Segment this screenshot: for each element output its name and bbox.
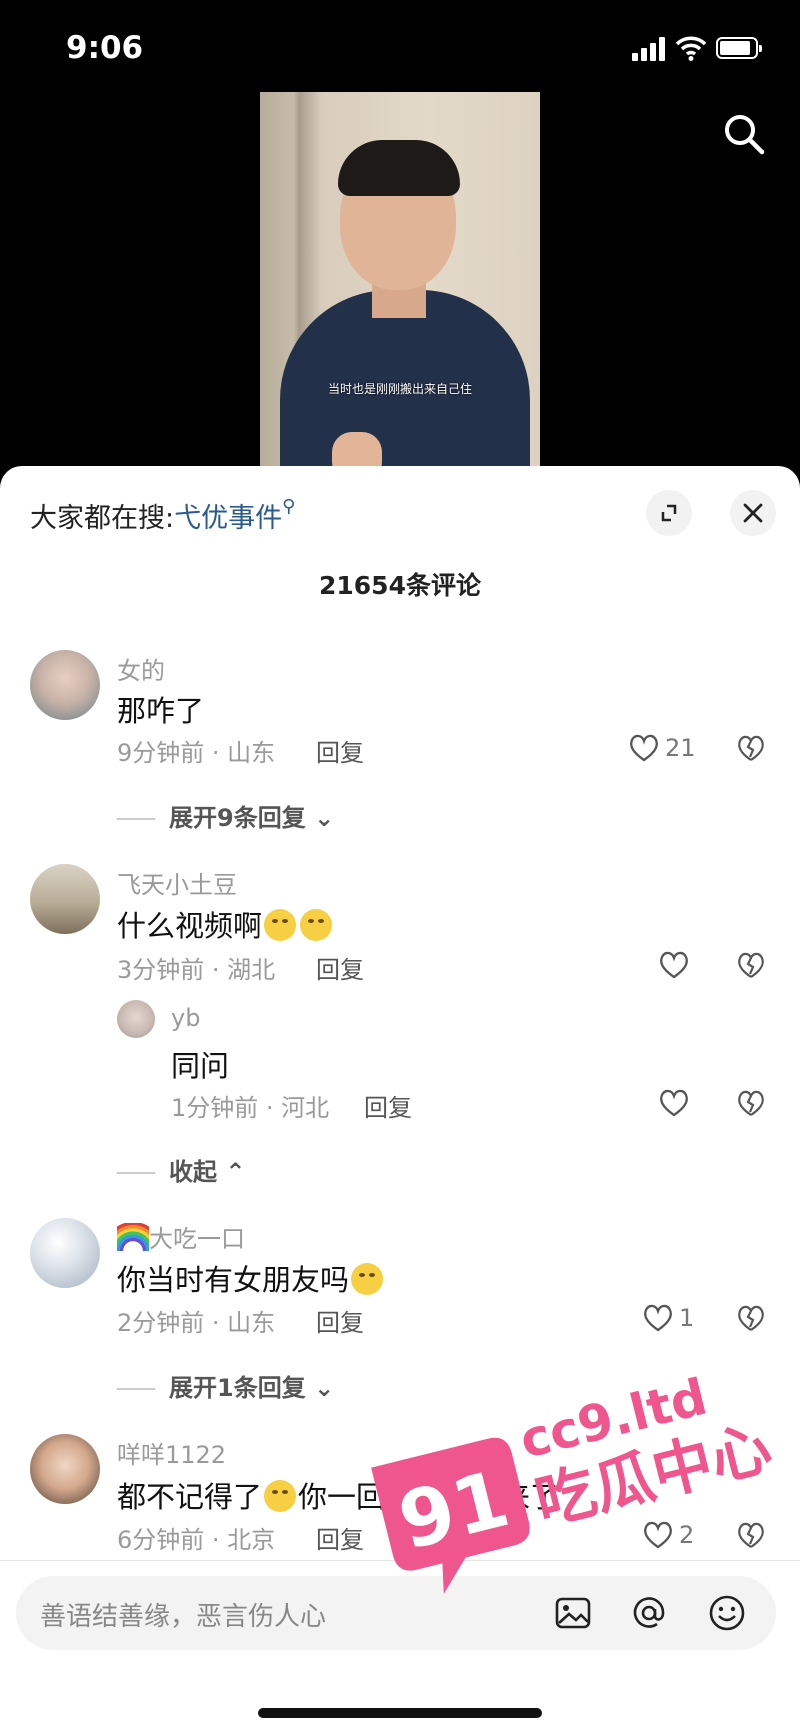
chevron-up-icon: ⌃ — [225, 1158, 246, 1186]
like-heart-icon[interactable] — [658, 950, 690, 980]
expand-replies-label: 展开1条回复 — [169, 1374, 306, 1402]
video-person-hand — [332, 432, 382, 470]
status-bar: 9:06 — [0, 0, 800, 92]
comment-time: 6分钟前 — [117, 1526, 205, 1554]
like-heart-icon[interactable] — [642, 1303, 674, 1333]
comment-username[interactable]: 飞天小土豆 — [117, 865, 237, 900]
comment-input[interactable]: 善语结善缘，恶言伤人心 — [16, 1576, 776, 1650]
chevron-down-icon: ⌄ — [314, 804, 335, 832]
comment-text: 你当时有女朋友吗 — [117, 1263, 350, 1297]
avatar[interactable] — [30, 650, 100, 720]
comment-meta: 3分钟前 · 湖北 — [117, 956, 276, 984]
emoji-icon[interactable] — [708, 1594, 746, 1632]
collapse-replies-label: 收起 — [169, 1158, 217, 1186]
reply-text: 同问 — [171, 1049, 230, 1083]
like-count: 1 — [679, 1304, 695, 1332]
comment-meta: 6分钟前 · 北京 — [117, 1526, 276, 1554]
sweat-laugh-emoji-icon — [351, 1263, 384, 1295]
collapse-replies-button[interactable]: 收起 ⌃ — [117, 1152, 245, 1187]
rofl-emoji-icon — [264, 1480, 297, 1512]
comment-text-part-b: 你一回应又想起来了 — [298, 1480, 560, 1514]
video-person-hair — [338, 140, 460, 196]
video-player[interactable]: 当时也是刚刚搬出来自己住 — [260, 92, 540, 470]
chevron-down-icon: ⌄ — [314, 1374, 335, 1402]
smile-emoji-icon — [264, 909, 297, 941]
wifi-icon — [676, 36, 706, 61]
comment-text-part-a: 都不记得了 — [117, 1480, 263, 1514]
avatar[interactable] — [30, 1218, 100, 1288]
comment-location: 湖北 — [227, 956, 276, 984]
expand-replies-button[interactable]: 展开9条回复 ⌄ — [117, 798, 334, 833]
video-subtitle: 当时也是刚刚搬出来自己住 — [327, 382, 472, 396]
close-button[interactable] — [730, 490, 776, 536]
like-heart-icon[interactable] — [642, 1520, 674, 1550]
avatar[interactable] — [30, 1434, 100, 1504]
reply-button[interactable]: 回复 — [316, 1303, 364, 1338]
dislike-broken-heart-icon[interactable] — [736, 733, 766, 763]
trending-search-prefix: 大家都在搜: — [30, 503, 175, 534]
reply-button[interactable]: 回复 — [316, 733, 364, 768]
rainbow-icon — [117, 1223, 149, 1251]
trending-search[interactable]: 大家都在搜:弋优事件⚲ — [30, 496, 295, 535]
comment-text: 什么视频啊 — [117, 909, 263, 943]
trending-search-term[interactable]: 弋优事件 — [174, 503, 282, 534]
comment-username[interactable]: 大吃一口 — [149, 1225, 245, 1253]
reply-button[interactable]: 回复 — [364, 1088, 412, 1123]
comment-input-placeholder: 善语结善缘，恶言伤人心 — [40, 1602, 327, 1632]
comment-username[interactable]: 女的 — [117, 651, 165, 686]
expand-icon — [661, 504, 677, 522]
reply-button[interactable]: 回复 — [316, 950, 364, 985]
signal-icon — [632, 37, 666, 61]
avatar[interactable] — [30, 864, 100, 934]
comment-text: 那咋了 — [117, 694, 205, 728]
smile-emoji-icon — [300, 909, 333, 941]
input-divider — [0, 1560, 800, 1561]
comment-location: 北京 — [227, 1526, 276, 1554]
dislike-broken-heart-icon[interactable] — [736, 1303, 766, 1333]
like-count: 21 — [665, 734, 696, 762]
reply-location: 河北 — [281, 1094, 330, 1122]
comment-text-row: 什么视频啊 — [117, 903, 334, 945]
like-heart-icon[interactable] — [658, 1088, 690, 1118]
comment-time: 3分钟前 — [117, 956, 205, 984]
expand-replies-button[interactable]: 展开1条回复 ⌄ — [117, 1368, 334, 1403]
comment-meta: 9分钟前 · 山东 — [117, 739, 276, 767]
comment-location: 山东 — [227, 739, 276, 767]
comment-text-row: 都不记得了 你一回应又想起来了 — [117, 1474, 559, 1516]
reply-meta: 1分钟前 · 河北 — [171, 1094, 330, 1122]
reply-time: 1分钟前 — [171, 1094, 259, 1122]
dislike-broken-heart-icon[interactable] — [736, 1520, 766, 1550]
comment-count: 21654条评论 — [319, 571, 481, 600]
comment-time: 2分钟前 — [117, 1309, 205, 1337]
like-count: 2 — [679, 1521, 695, 1549]
reply-username[interactable]: yb — [171, 1004, 200, 1032]
search-icon[interactable] — [722, 112, 766, 156]
dislike-broken-heart-icon[interactable] — [736, 950, 766, 980]
mention-icon[interactable] — [630, 1594, 668, 1632]
search-small-icon: ⚲ — [282, 496, 296, 517]
status-time: 9:06 — [66, 30, 144, 66]
image-icon[interactable] — [554, 1594, 592, 1632]
avatar[interactable] — [117, 1000, 155, 1038]
comment-username-row: 大吃一口 — [117, 1219, 245, 1254]
expand-replies-label: 展开9条回复 — [169, 804, 306, 832]
dislike-broken-heart-icon[interactable] — [736, 1088, 766, 1118]
close-icon — [743, 503, 763, 523]
comment-location: 山东 — [227, 1309, 276, 1337]
comment-meta: 2分钟前 · 山东 — [117, 1309, 276, 1337]
expand-fullscreen-button[interactable] — [646, 490, 692, 536]
like-heart-icon[interactable] — [628, 733, 660, 763]
reply-button[interactable]: 回复 — [316, 1520, 364, 1555]
home-indicator — [258, 1708, 542, 1718]
comment-username[interactable]: 咩咩1122 — [117, 1435, 226, 1470]
comment-text-row: 你当时有女朋友吗 — [117, 1257, 385, 1299]
comment-time: 9分钟前 — [117, 739, 205, 767]
battery-icon — [716, 37, 762, 59]
